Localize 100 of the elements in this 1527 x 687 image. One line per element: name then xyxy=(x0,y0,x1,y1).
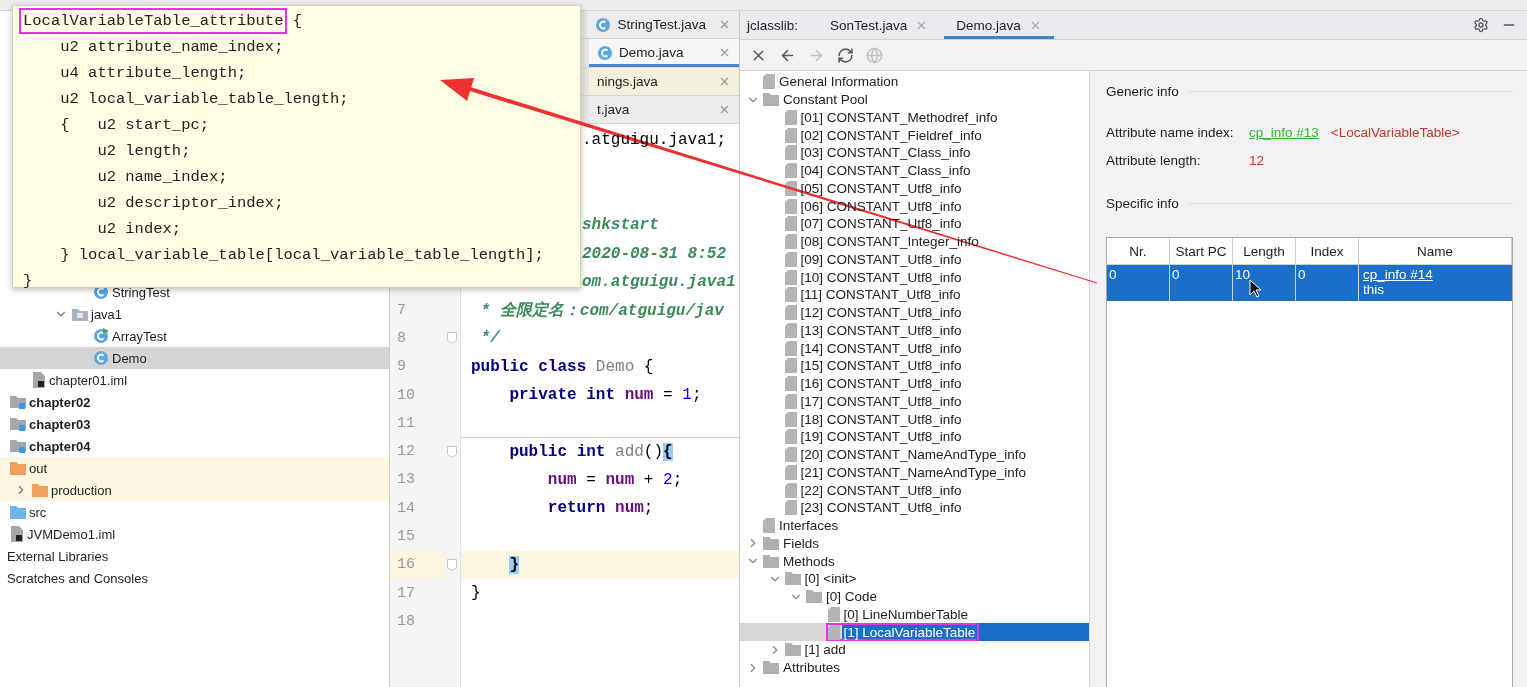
editor-tab[interactable]: t.java xyxy=(589,95,739,124)
file-tab[interactable]: SonTest.java xyxy=(818,11,941,39)
tree-item[interactable]: out xyxy=(0,457,389,479)
code-text: u2 local_variable_table_length; xyxy=(59,90,349,108)
tree-item[interactable]: [15] CONSTANT_Utf8_info xyxy=(740,357,1089,375)
section-title: Specific info xyxy=(1106,195,1179,211)
tree-item[interactable]: Methods xyxy=(740,552,1089,570)
table-cell: 0 xyxy=(1107,265,1170,301)
panel-label: jclasslib: xyxy=(747,16,798,35)
tree-item[interactable]: Demo xyxy=(0,347,389,369)
tree-item[interactable]: ArrayTest xyxy=(0,325,389,347)
code-line: public class Demo { xyxy=(470,356,655,378)
tree-item[interactable]: chapter04 xyxy=(0,435,389,457)
document-icon xyxy=(784,216,797,232)
code-text: { u2 start_pc; xyxy=(59,116,210,134)
document-icon xyxy=(784,358,797,374)
tree-item[interactable]: [0] LineNumberTable xyxy=(740,605,1089,624)
tree-item[interactable]: [18] CONSTANT_Utf8_info xyxy=(740,410,1089,428)
line-number: 12 xyxy=(396,442,416,463)
tree-item[interactable]: [13] CONSTANT_Utf8_info xyxy=(740,321,1089,340)
code-line: */ xyxy=(479,328,502,350)
tree-item[interactable]: JVMDemo1.iml xyxy=(0,523,389,545)
code-text: u4 attribute_length; xyxy=(59,64,247,82)
tree-item[interactable]: src xyxy=(0,501,389,523)
document-icon xyxy=(763,518,775,534)
tree-item[interactable]: [04] CONSTANT_Class_info xyxy=(740,161,1089,180)
folder-icon xyxy=(763,554,779,568)
refresh-icon[interactable] xyxy=(837,46,854,64)
fold-icon[interactable] xyxy=(447,332,457,345)
editor-tab[interactable]: StringTest.java xyxy=(587,11,739,39)
tree-item[interactable]: [03] CONSTANT_Class_info xyxy=(740,144,1089,162)
document-icon xyxy=(784,482,797,498)
tree-item[interactable]: production xyxy=(0,479,389,501)
line-number: 7 xyxy=(396,300,407,321)
folder-icon xyxy=(806,590,822,604)
tree-item[interactable]: [0] <init> xyxy=(740,570,1089,588)
document-icon xyxy=(784,464,797,480)
tree-item[interactable]: Constant Pool xyxy=(740,90,1089,109)
code-text: } xyxy=(23,272,33,290)
document-icon xyxy=(784,287,797,303)
document-icon xyxy=(784,109,797,125)
fold-icon[interactable] xyxy=(447,445,457,458)
tree-item[interactable]: [20] CONSTANT_NameAndType_info xyxy=(740,445,1089,464)
highlight-frame: [1] LocalVariableTable xyxy=(825,623,980,641)
tree-item[interactable]: [09] CONSTANT_Utf8_info xyxy=(740,250,1089,269)
cell-link[interactable]: cp_info #14 xyxy=(1363,267,1433,282)
fold-icon[interactable] xyxy=(447,558,457,571)
tree-item[interactable]: [01] CONSTANT_Methodref_info xyxy=(740,108,1089,127)
tree-item[interactable]: [17] CONSTANT_Utf8_info xyxy=(740,392,1089,411)
editor-tab[interactable]: Demo.java xyxy=(589,39,739,67)
document-icon xyxy=(784,251,797,267)
file-tab[interactable]: Demo.java xyxy=(944,11,1054,39)
tree-item[interactable]: [1] LocalVariableTable xyxy=(740,623,1089,641)
folder-icon xyxy=(784,572,801,586)
code-line: private int num = 1; xyxy=(508,385,703,406)
folder-icon xyxy=(72,307,88,321)
tree-item[interactable]: [0] Code xyxy=(740,587,1089,606)
module-icon xyxy=(10,438,26,454)
tree-item[interactable]: Fields xyxy=(740,534,1089,553)
tree-item[interactable]: chapter01.iml xyxy=(0,369,389,391)
field-value: <LocalVariableTable> xyxy=(1330,124,1460,140)
tree-item[interactable]: [19] CONSTANT_Utf8_info xyxy=(740,428,1089,446)
tree-item[interactable]: chapter03 xyxy=(0,413,389,435)
tree-item[interactable]: [16] CONSTANT_Utf8_info xyxy=(740,374,1089,393)
module-icon xyxy=(10,416,26,432)
tree-item[interactable]: [10] CONSTANT_Utf8_info xyxy=(740,268,1089,286)
line-number: 15 xyxy=(396,527,416,547)
tree-item[interactable]: External Libraries xyxy=(0,545,389,567)
line-number: 16 xyxy=(390,550,444,579)
table-cell: 0 xyxy=(1170,265,1233,301)
code-line: public int add(){ xyxy=(461,437,739,466)
editor-tab[interactable]: nings.java xyxy=(589,67,739,95)
tree-item[interactable]: [02] CONSTANT_Fieldref_info xyxy=(740,126,1089,144)
tree-item[interactable]: [22] CONSTANT_Utf8_info xyxy=(740,481,1089,499)
folder-icon xyxy=(763,536,779,550)
tree-item[interactable]: [1] add xyxy=(740,641,1089,659)
tree-item[interactable]: java1 xyxy=(0,303,389,325)
line-number: 18 xyxy=(396,611,416,632)
settings-icon[interactable] xyxy=(1473,17,1489,33)
tree-item[interactable]: chapter02 xyxy=(0,391,389,413)
tree-item[interactable]: [21] CONSTANT_NameAndType_info xyxy=(740,463,1089,482)
tree-item[interactable]: [11] CONSTANT_Utf8_info xyxy=(740,286,1089,304)
code-text: u2 length; xyxy=(96,142,191,160)
code-text: u2 attribute_name_index; xyxy=(59,38,284,56)
code-text: u2 name_index; xyxy=(96,168,228,186)
code-line: num = num + 2; xyxy=(546,469,684,491)
class-icon xyxy=(595,16,612,33)
tree-item[interactable]: Interfaces xyxy=(740,516,1089,535)
tree-item[interactable]: Attributes xyxy=(740,658,1089,677)
tree-item[interactable]: [12] CONSTANT_Utf8_info xyxy=(740,303,1089,322)
line-number: 11 xyxy=(396,413,416,434)
tree-item[interactable]: Scratches and Consoles xyxy=(0,567,389,589)
folder-icon xyxy=(32,483,48,497)
tree-item[interactable]: [23] CONSTANT_Utf8_info xyxy=(740,499,1089,517)
tree-item[interactable]: General Information xyxy=(740,73,1089,91)
document-icon xyxy=(784,447,797,463)
document-icon xyxy=(763,74,775,90)
module-icon xyxy=(10,394,26,410)
document-icon xyxy=(784,429,797,445)
tree-item[interactable]: [14] CONSTANT_Utf8_info xyxy=(740,339,1089,357)
